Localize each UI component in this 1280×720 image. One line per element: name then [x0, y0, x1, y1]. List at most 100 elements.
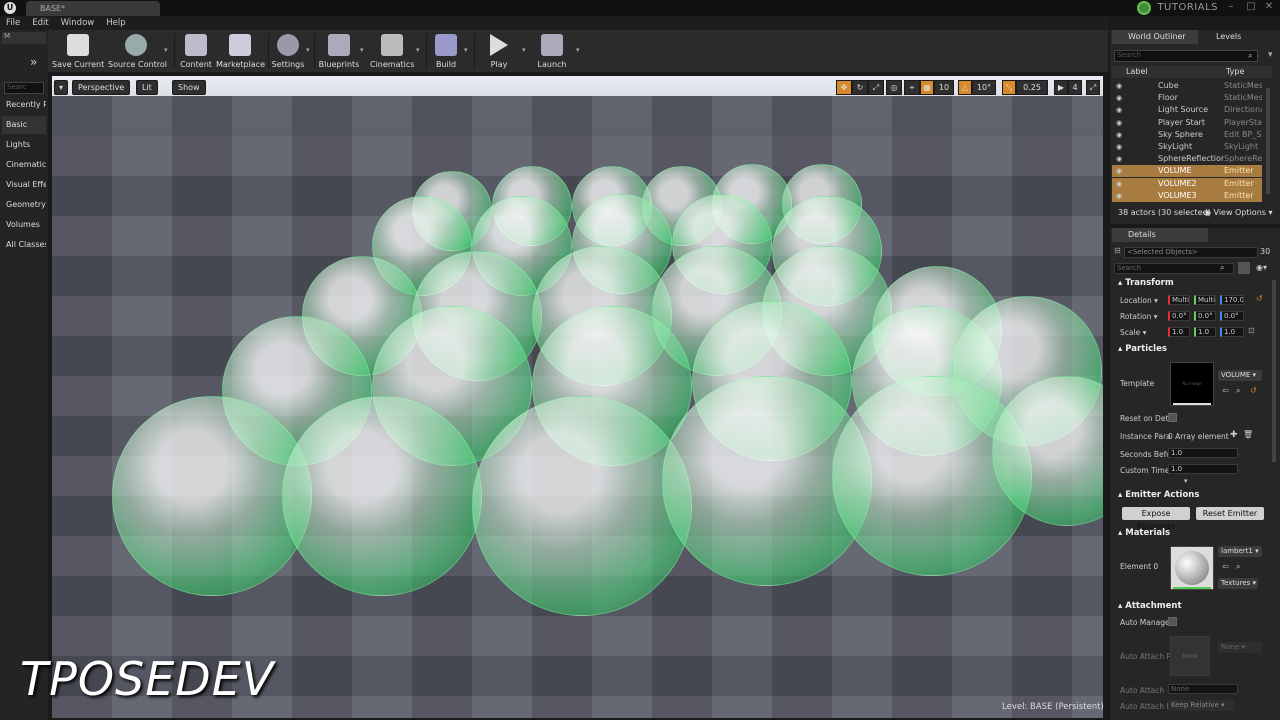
mode-category-visual-effects[interactable]: Visual Effe: [2, 176, 46, 194]
material-dropdown[interactable]: lambert1 ▾: [1218, 546, 1262, 557]
location-y[interactable]: Multi: [1194, 295, 1216, 305]
location-z[interactable]: 170.0: [1220, 295, 1244, 305]
source-control-button[interactable]: Source Control: [108, 32, 167, 72]
mode-category-recent[interactable]: Recently P: [2, 96, 46, 114]
blueprints-button[interactable]: Blueprints: [318, 32, 360, 72]
modes-tab[interactable]: M: [2, 32, 46, 44]
scale-tool-icon[interactable]: ⤢: [868, 80, 884, 95]
place-search-input[interactable]: Searc: [4, 82, 44, 94]
launch-button[interactable]: Launch: [534, 32, 570, 72]
outliner-options-icon[interactable]: ▾: [1268, 50, 1273, 60]
cinematics-button[interactable]: Cinematics: [370, 32, 414, 72]
outliner-search-input[interactable]: Search: [1114, 50, 1258, 62]
outliner-row[interactable]: ◉ Player Start PlayerStart: [1112, 117, 1262, 129]
browse-icon[interactable]: ⌕: [1236, 386, 1240, 396]
play-dropdown-icon[interactable]: ▾: [522, 46, 526, 54]
perspective-button[interactable]: Perspective: [72, 80, 131, 95]
levels-tab[interactable]: Levels: [1200, 30, 1276, 44]
mode-category-basic[interactable]: Basic: [2, 116, 46, 134]
reset-location-icon[interactable]: ↺: [1256, 294, 1263, 303]
tutorials-button[interactable]: TUTORIALS: [1137, 0, 1218, 16]
view-options-button[interactable]: ◉ View Options ▾: [1204, 208, 1273, 217]
details-search-icon[interactable]: ⌕: [1220, 263, 1224, 273]
surface-snap-icon[interactable]: ⌖: [904, 80, 920, 95]
transform-section[interactable]: ▴ Transform: [1112, 276, 1278, 290]
mode-category-cinematic[interactable]: Cinematic: [2, 156, 46, 174]
outliner-row[interactable]: ◉ Cube StaticMesh: [1112, 80, 1262, 92]
build-dropdown-icon[interactable]: ▾: [464, 46, 468, 54]
outliner-row[interactable]: ◉ SphereReflectionCSphereRefle: [1112, 153, 1262, 165]
outliner-row[interactable]: ◉ VOLUME2 Emitter: [1112, 177, 1262, 190]
save-current-button[interactable]: Save Current: [52, 32, 104, 72]
translate-tool-icon[interactable]: ✥: [836, 80, 852, 95]
advanced-expand-icon[interactable]: ▾: [1184, 477, 1188, 485]
scale-snap-value[interactable]: 0.25: [1016, 80, 1048, 95]
menu-window[interactable]: Window: [55, 16, 101, 30]
visibility-eye-icon[interactable]: ◉: [1116, 178, 1122, 190]
details-view-options-icon[interactable]: ◉▾: [1256, 263, 1267, 272]
details-tab[interactable]: Details: [1112, 228, 1208, 242]
maximize-viewport-icon[interactable]: ⤢: [1086, 80, 1100, 95]
rotation-x[interactable]: 0.0°: [1168, 311, 1190, 321]
outliner-row[interactable]: ◉ SkyLight SkyLight: [1112, 141, 1262, 153]
grid-snap-icon[interactable]: ▦: [920, 80, 934, 95]
launch-dropdown-icon[interactable]: ▾: [576, 46, 580, 54]
menu-edit[interactable]: Edit: [26, 16, 54, 30]
camera-speed-value[interactable]: 4: [1068, 80, 1082, 95]
seconds-field[interactable]: 1.0: [1168, 448, 1238, 458]
scale-lock-icon[interactable]: ⊡: [1248, 326, 1255, 335]
location-label[interactable]: Location ▾: [1120, 296, 1158, 305]
reset-template-icon[interactable]: ↺: [1250, 386, 1257, 395]
outliner-row[interactable]: ◉ VOLUME Emitter: [1112, 165, 1262, 178]
rotation-snap-icon[interactable]: △: [958, 80, 972, 95]
blueprints-dropdown-icon[interactable]: ▾: [360, 46, 364, 54]
material-use-selected-icon[interactable]: ⇦: [1222, 562, 1229, 571]
outliner-row[interactable]: ◉ VOLUME3 Emitter: [1112, 189, 1262, 202]
outliner-row[interactable]: ◉ Floor StaticMesh: [1112, 92, 1262, 104]
col-type[interactable]: Type: [1226, 67, 1244, 76]
settings-button[interactable]: Settings: [270, 32, 306, 72]
details-search-input[interactable]: Search: [1114, 263, 1234, 274]
cinematics-dropdown-icon[interactable]: ▾: [416, 46, 420, 54]
details-scrollbar[interactable]: [1272, 280, 1276, 462]
mode-category-lights[interactable]: Lights: [2, 136, 46, 154]
mode-category-geometry[interactable]: Geometry: [2, 196, 46, 214]
textures-dropdown[interactable]: Textures ▾: [1218, 578, 1258, 589]
location-x[interactable]: Multi: [1168, 295, 1190, 305]
level-viewport[interactable]: ▾ Perspective Lit Show ✥ ↻ ⤢ ◎ ⌖ ▦ 10 △ …: [52, 76, 1103, 718]
col-label[interactable]: Label: [1126, 67, 1148, 76]
expand-arrow-icon[interactable]: »: [30, 55, 37, 69]
reset-emitter-button[interactable]: Reset Emitter: [1196, 507, 1264, 520]
visibility-eye-icon[interactable]: ◉: [1116, 165, 1122, 177]
scale-z[interactable]: 1.0: [1220, 327, 1244, 337]
menu-file[interactable]: File: [0, 16, 26, 30]
visibility-eye-icon[interactable]: ◉: [1116, 141, 1122, 153]
document-tab[interactable]: BASE*: [26, 1, 160, 16]
rotation-snap-value[interactable]: 10°: [972, 80, 996, 95]
use-selected-icon[interactable]: ⇦: [1222, 386, 1229, 395]
world-outliner-tab[interactable]: World Outliner: [1112, 30, 1198, 44]
mode-category-all-classes[interactable]: All Classes: [2, 236, 46, 254]
world-local-icon[interactable]: ◎: [886, 80, 902, 95]
visibility-eye-icon[interactable]: ◉: [1116, 153, 1122, 165]
minimize-button[interactable]: –: [1222, 0, 1240, 14]
outliner-row[interactable]: ◉ Sky Sphere Edit BP_Sk: [1112, 129, 1262, 141]
camera-speed-icon[interactable]: ▶: [1054, 80, 1068, 95]
custom-time-field[interactable]: 1.0: [1168, 464, 1238, 474]
scale-label[interactable]: Scale ▾: [1120, 328, 1146, 337]
grid-snap-value[interactable]: 10: [934, 80, 954, 95]
lit-button[interactable]: Lit: [136, 80, 158, 95]
source-control-dropdown-icon[interactable]: ▾: [164, 46, 168, 54]
search-icon[interactable]: ⌕: [1248, 51, 1252, 61]
rotation-label[interactable]: Rotation ▾: [1120, 312, 1158, 321]
outliner-scrollbar[interactable]: [1266, 88, 1270, 194]
add-element-icon[interactable]: ✚: [1230, 430, 1238, 440]
material-thumbnail[interactable]: [1170, 546, 1214, 590]
menu-help[interactable]: Help: [100, 16, 131, 30]
settings-dropdown-icon[interactable]: ▾: [306, 46, 310, 54]
rotate-tool-icon[interactable]: ↻: [852, 80, 868, 95]
marketplace-button[interactable]: Marketplace: [216, 32, 265, 72]
rotation-y[interactable]: 0.0°: [1194, 311, 1216, 321]
build-button[interactable]: Build: [430, 32, 462, 72]
emitter-actions-section[interactable]: ▴ Emitter Actions: [1112, 488, 1278, 502]
